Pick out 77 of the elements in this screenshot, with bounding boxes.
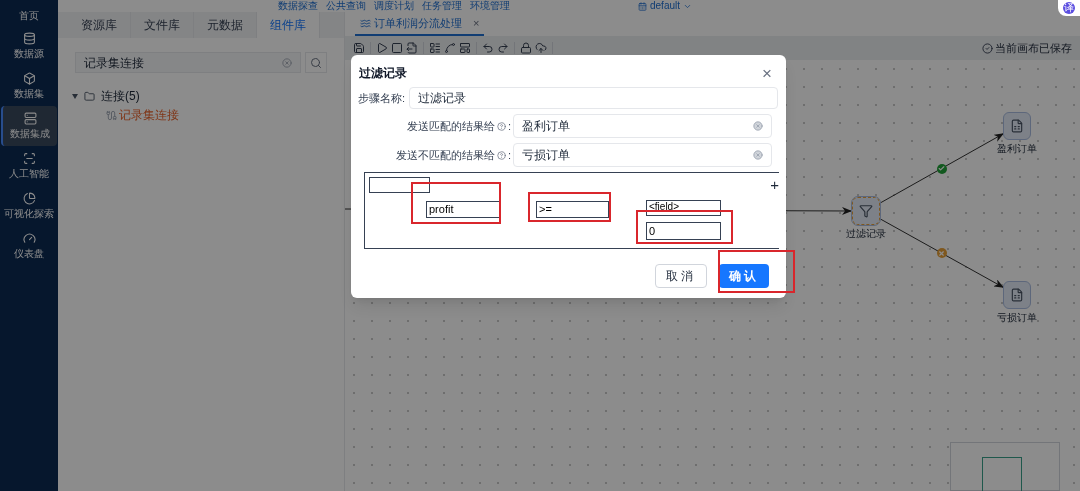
filter-step-node[interactable] (852, 197, 880, 225)
spreadsheet-icon (1010, 119, 1024, 133)
confirm-button[interactable]: 确认 (719, 264, 769, 288)
sidebar-icon (22, 232, 36, 245)
sidebar-item[interactable]: 首页 (1, 2, 57, 26)
search-button[interactable] (305, 52, 327, 73)
toolbar-icon[interactable] (429, 42, 441, 54)
sidebar-icon (22, 152, 36, 165)
translate-badge[interactable]: 译 (1058, 0, 1080, 16)
clear-icon[interactable] (753, 121, 763, 131)
check-badge-icon (936, 163, 947, 174)
toolbar-icon[interactable] (535, 42, 547, 54)
node-label: 亏损订单 (997, 312, 1037, 324)
nav-link[interactable]: 任务管理 (422, 0, 462, 12)
toolbar-icon[interactable] (391, 42, 403, 54)
sidebar-item[interactable]: 可视化探索 (1, 186, 57, 226)
toolbar-icon[interactable] (482, 42, 494, 54)
panel-tab[interactable]: 文件库 (131, 12, 194, 38)
condition-group-field[interactable] (369, 177, 430, 193)
toolbar-icon[interactable] (444, 42, 456, 54)
field-label: 步骤名称: (358, 90, 406, 106)
toolbar-icon[interactable] (353, 42, 365, 54)
sidebar-icon (22, 32, 36, 45)
panel-tab[interactable]: 组件库 (257, 12, 320, 38)
nav-link[interactable]: 调度计划 (374, 0, 414, 12)
folder-icon (84, 90, 95, 102)
toolbar-icon[interactable] (497, 42, 509, 54)
sidebar-item[interactable]: 数据集成 (1, 106, 57, 146)
cross-badge-icon (936, 248, 947, 258)
toolbar-icon[interactable] (459, 42, 471, 54)
sidebar-icon (22, 72, 36, 85)
sidebar-icon (23, 112, 37, 125)
flow-icon (360, 17, 371, 29)
funnel-icon (859, 204, 873, 218)
sidebar-item[interactable]: 数据源 (1, 26, 57, 66)
close-tab-button[interactable]: × (473, 14, 480, 32)
sidebar-item[interactable]: 仪表盘 (1, 226, 57, 266)
nav-link[interactable]: 公共查询 (326, 0, 366, 12)
target-select[interactable]: 盈利订单 (513, 114, 772, 138)
clear-icon[interactable] (753, 150, 763, 160)
toolbar-icon[interactable] (376, 42, 388, 54)
help-icon[interactable] (496, 121, 506, 131)
calendar-icon (638, 1, 647, 11)
help-icon[interactable] (496, 150, 506, 160)
field-label: 发送不匹配的结果给 (395, 147, 495, 163)
connector-icon (106, 109, 117, 121)
toolbar-icon[interactable] (520, 42, 532, 54)
step-name-field[interactable]: 过滤记录 (409, 87, 778, 109)
search-field[interactable]: 记录集连接 (75, 52, 301, 73)
minimap-viewport (982, 457, 1022, 491)
close-button[interactable]: × (762, 64, 772, 82)
sidebar-icon (22, 192, 36, 205)
save-status: 当前画布已保存 (995, 40, 1072, 56)
search-icon (310, 56, 322, 69)
saved-check-icon (982, 42, 993, 54)
panel-tab[interactable]: 资源库 (68, 12, 131, 38)
sidebar-item[interactable]: 数据集 (1, 66, 57, 106)
node-label: 过滤记录 (846, 228, 886, 240)
spreadsheet-icon (1010, 288, 1024, 302)
field-label: 发送匹配的结果给 (406, 118, 495, 134)
output-step-node[interactable] (1003, 281, 1031, 309)
toolbar-icon[interactable] (406, 42, 418, 54)
nav-link[interactable]: 环境管理 (470, 0, 510, 12)
dialog-title: 过滤记录 (359, 65, 407, 82)
cancel-button[interactable]: 取消 (655, 264, 707, 288)
node-label: 盈利订单 (997, 143, 1037, 155)
expand-caret-icon[interactable] (72, 93, 78, 99)
nav-link[interactable]: 数据探查 (278, 0, 318, 12)
output-step-node[interactable] (1003, 112, 1031, 140)
target-select[interactable]: 亏损订单 (513, 143, 772, 167)
label-colon: : (507, 118, 511, 134)
add-condition-button[interactable]: + (770, 177, 779, 192)
label-colon: : (507, 147, 511, 163)
workspace-select[interactable]: default (638, 0, 693, 12)
tree-node[interactable]: 连接(5) (72, 87, 344, 105)
sidebar-item[interactable]: 人工智能 (1, 146, 57, 186)
value-field[interactable]: 0 (646, 222, 721, 240)
